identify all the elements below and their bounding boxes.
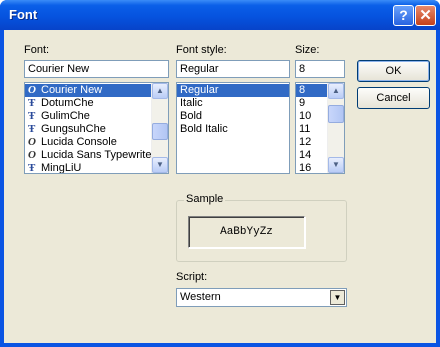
size-list[interactable]: 8 9 10 11 12 14 16 ▲ ▼ <box>295 82 345 174</box>
scroll-down-icon[interactable]: ▼ <box>152 157 168 173</box>
opentype-font-icon: O <box>28 136 36 148</box>
font-list[interactable]: O Courier New Ŧ DotumChe Ŧ GulimChe Ŧ GungsuhCh… <box>24 82 169 174</box>
font-list-scrollbar[interactable]: ▲ ▼ <box>151 83 168 173</box>
size-list-scrollbar[interactable]: ▲ ▼ <box>327 83 344 173</box>
font-list-item[interactable]: Ŧ MingLiU <box>25 162 168 174</box>
size-item-label: 9 <box>299 97 306 109</box>
font-list-item[interactable]: Ŧ GungsuhChe <box>25 123 168 136</box>
window-title: Font <box>9 7 38 22</box>
style-item-label: Bold Italic <box>180 123 228 135</box>
style-list-item[interactable]: Regular <box>177 84 289 97</box>
style-list-item[interactable]: Bold Italic <box>177 123 289 136</box>
truetype-font-icon: Ŧ <box>28 97 36 109</box>
style-item-label: Italic <box>180 97 203 109</box>
font-item-label: DotumChe <box>41 97 94 109</box>
font-dialog: Font ? ✕ Font: Courier New O Courier New Ŧ… <box>0 0 440 347</box>
font-list-item[interactable]: O Lucida Console <box>25 136 168 149</box>
style-item-label: Bold <box>180 110 203 122</box>
size-item-label: 16 <box>299 162 312 174</box>
font-list-item[interactable]: O Courier New <box>25 84 168 97</box>
scroll-thumb[interactable] <box>328 105 344 123</box>
script-select[interactable]: Western ▼ <box>176 288 347 307</box>
size-item-label: 14 <box>299 149 312 161</box>
help-button[interactable]: ? <box>393 5 414 26</box>
font-list-item[interactable]: Ŧ DotumChe <box>25 97 168 110</box>
scroll-thumb[interactable] <box>152 123 168 140</box>
font-item-label: GungsuhChe <box>41 123 106 135</box>
title-bar[interactable]: Font ? ✕ <box>0 0 440 30</box>
font-label: Font: <box>24 44 50 56</box>
size-item-label: 11 <box>299 123 311 135</box>
size-input[interactable]: 8 <box>295 60 345 78</box>
font-style-label: Font style: <box>176 44 227 56</box>
style-list-item[interactable]: Italic <box>177 97 289 110</box>
font-item-label: GulimChe <box>41 110 90 122</box>
scroll-up-icon[interactable]: ▲ <box>328 83 344 99</box>
size-item-label: 12 <box>299 136 312 148</box>
style-list-item[interactable]: Bold <box>177 110 289 123</box>
close-icon: ✕ <box>419 7 432 24</box>
font-list-item[interactable]: O Lucida Sans Typewrite <box>25 149 168 162</box>
font-item-label: MingLiU <box>41 162 82 174</box>
scroll-up-icon[interactable]: ▲ <box>152 83 168 99</box>
font-style-input[interactable]: Regular <box>176 60 290 78</box>
opentype-font-icon: O <box>28 84 36 96</box>
cancel-button[interactable]: Cancel <box>357 87 430 109</box>
script-value: Western <box>180 291 221 303</box>
help-icon: ? <box>399 7 408 23</box>
script-label: Script: <box>176 271 208 283</box>
font-style-list[interactable]: Regular Italic Bold Bold Italic <box>176 82 290 174</box>
sample-label: Sample <box>184 193 226 205</box>
size-item-label: 8 <box>299 84 306 96</box>
sample-preview: AaBbYyZz <box>188 216 305 248</box>
close-button[interactable]: ✕ <box>415 5 436 26</box>
style-item-label: Regular <box>180 84 219 96</box>
scroll-down-icon[interactable]: ▼ <box>328 157 344 173</box>
size-label: Size: <box>295 44 320 56</box>
chevron-down-icon[interactable]: ▼ <box>330 290 345 305</box>
dialog-client-area: Font: Courier New O Courier New Ŧ DotumChe Ŧ… <box>4 30 436 343</box>
ok-button[interactable]: OK <box>357 60 430 82</box>
font-item-label: Lucida Console <box>41 136 117 148</box>
font-name-input[interactable]: Courier New <box>24 60 169 78</box>
truetype-font-icon: Ŧ <box>28 162 36 174</box>
opentype-font-icon: O <box>28 149 36 161</box>
truetype-font-icon: Ŧ <box>28 123 36 135</box>
font-list-item[interactable]: Ŧ GulimChe <box>25 110 168 123</box>
font-item-label: Courier New <box>41 84 103 96</box>
size-item-label: 10 <box>299 110 312 122</box>
font-item-label: Lucida Sans Typewrite <box>41 149 152 161</box>
truetype-font-icon: Ŧ <box>28 110 36 122</box>
